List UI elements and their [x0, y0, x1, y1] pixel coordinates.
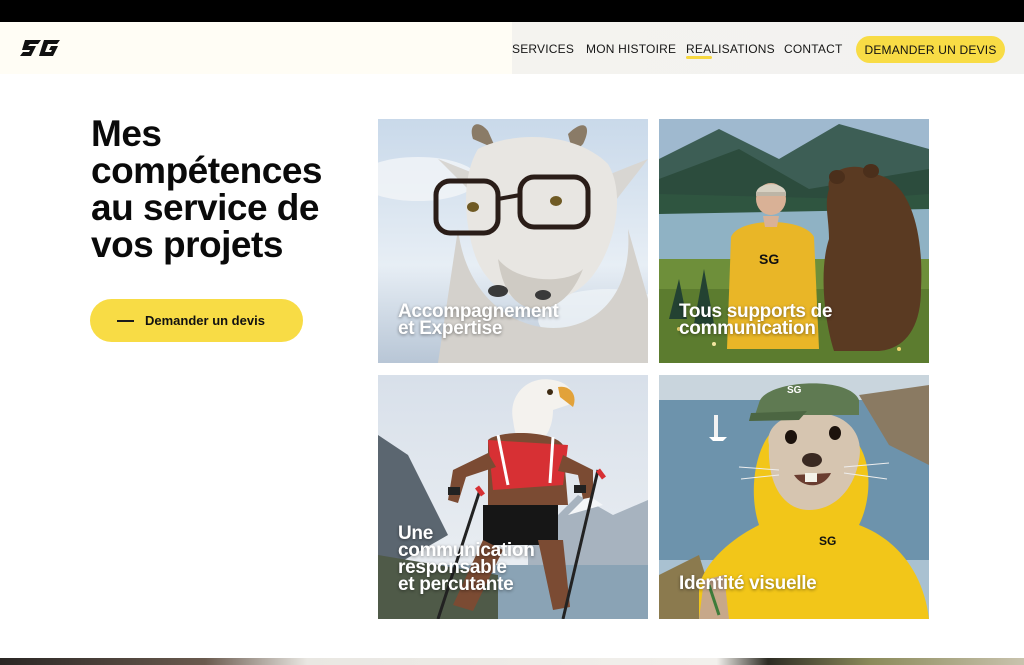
svg-text:SG: SG [819, 534, 836, 548]
card-caption: Accompagnement et Expertise [398, 301, 559, 339]
service-card-communication-responsable[interactable]: Une communication responsable et percuta… [378, 375, 648, 619]
hero-cta-label: Demander un devis [145, 313, 265, 328]
hero-request-quote-button[interactable]: Demander un devis [90, 299, 303, 342]
nav-mon-histoire[interactable]: MON HISTOIRE [586, 42, 676, 56]
request-quote-button[interactable]: DEMANDER UN DEVIS [856, 36, 1005, 63]
svg-text:SG: SG [787, 385, 802, 396]
service-card-supports[interactable]: SG Tous supports de communication [659, 119, 929, 363]
svg-text:SG: SG [759, 251, 779, 267]
card-caption: Une communication responsable et percuta… [398, 523, 535, 595]
dash-icon [117, 319, 134, 322]
card-caption: Identité visuelle [679, 573, 817, 594]
service-card-accompagnement[interactable]: Accompagnement et Expertise [378, 119, 648, 363]
sg-logo-icon[interactable] [20, 34, 62, 62]
service-card-identite-visuelle[interactable]: SG SG Identité visuelle [659, 375, 929, 619]
active-nav-indicator [686, 56, 712, 59]
next-section-preview [0, 658, 1024, 665]
nav-services[interactable]: SERVICES [512, 42, 574, 56]
nav-realisations[interactable]: REALISATIONS [686, 42, 775, 56]
hero-title: Mes compétences au service de vos projet… [91, 113, 323, 265]
site-header: SERVICES MON HISTOIRE REALISATIONS CONTA… [0, 22, 1024, 74]
nav-contact[interactable]: CONTACT [784, 42, 843, 56]
card-caption: Tous supports de communication [679, 301, 833, 339]
browser-top-bar [0, 0, 1024, 22]
